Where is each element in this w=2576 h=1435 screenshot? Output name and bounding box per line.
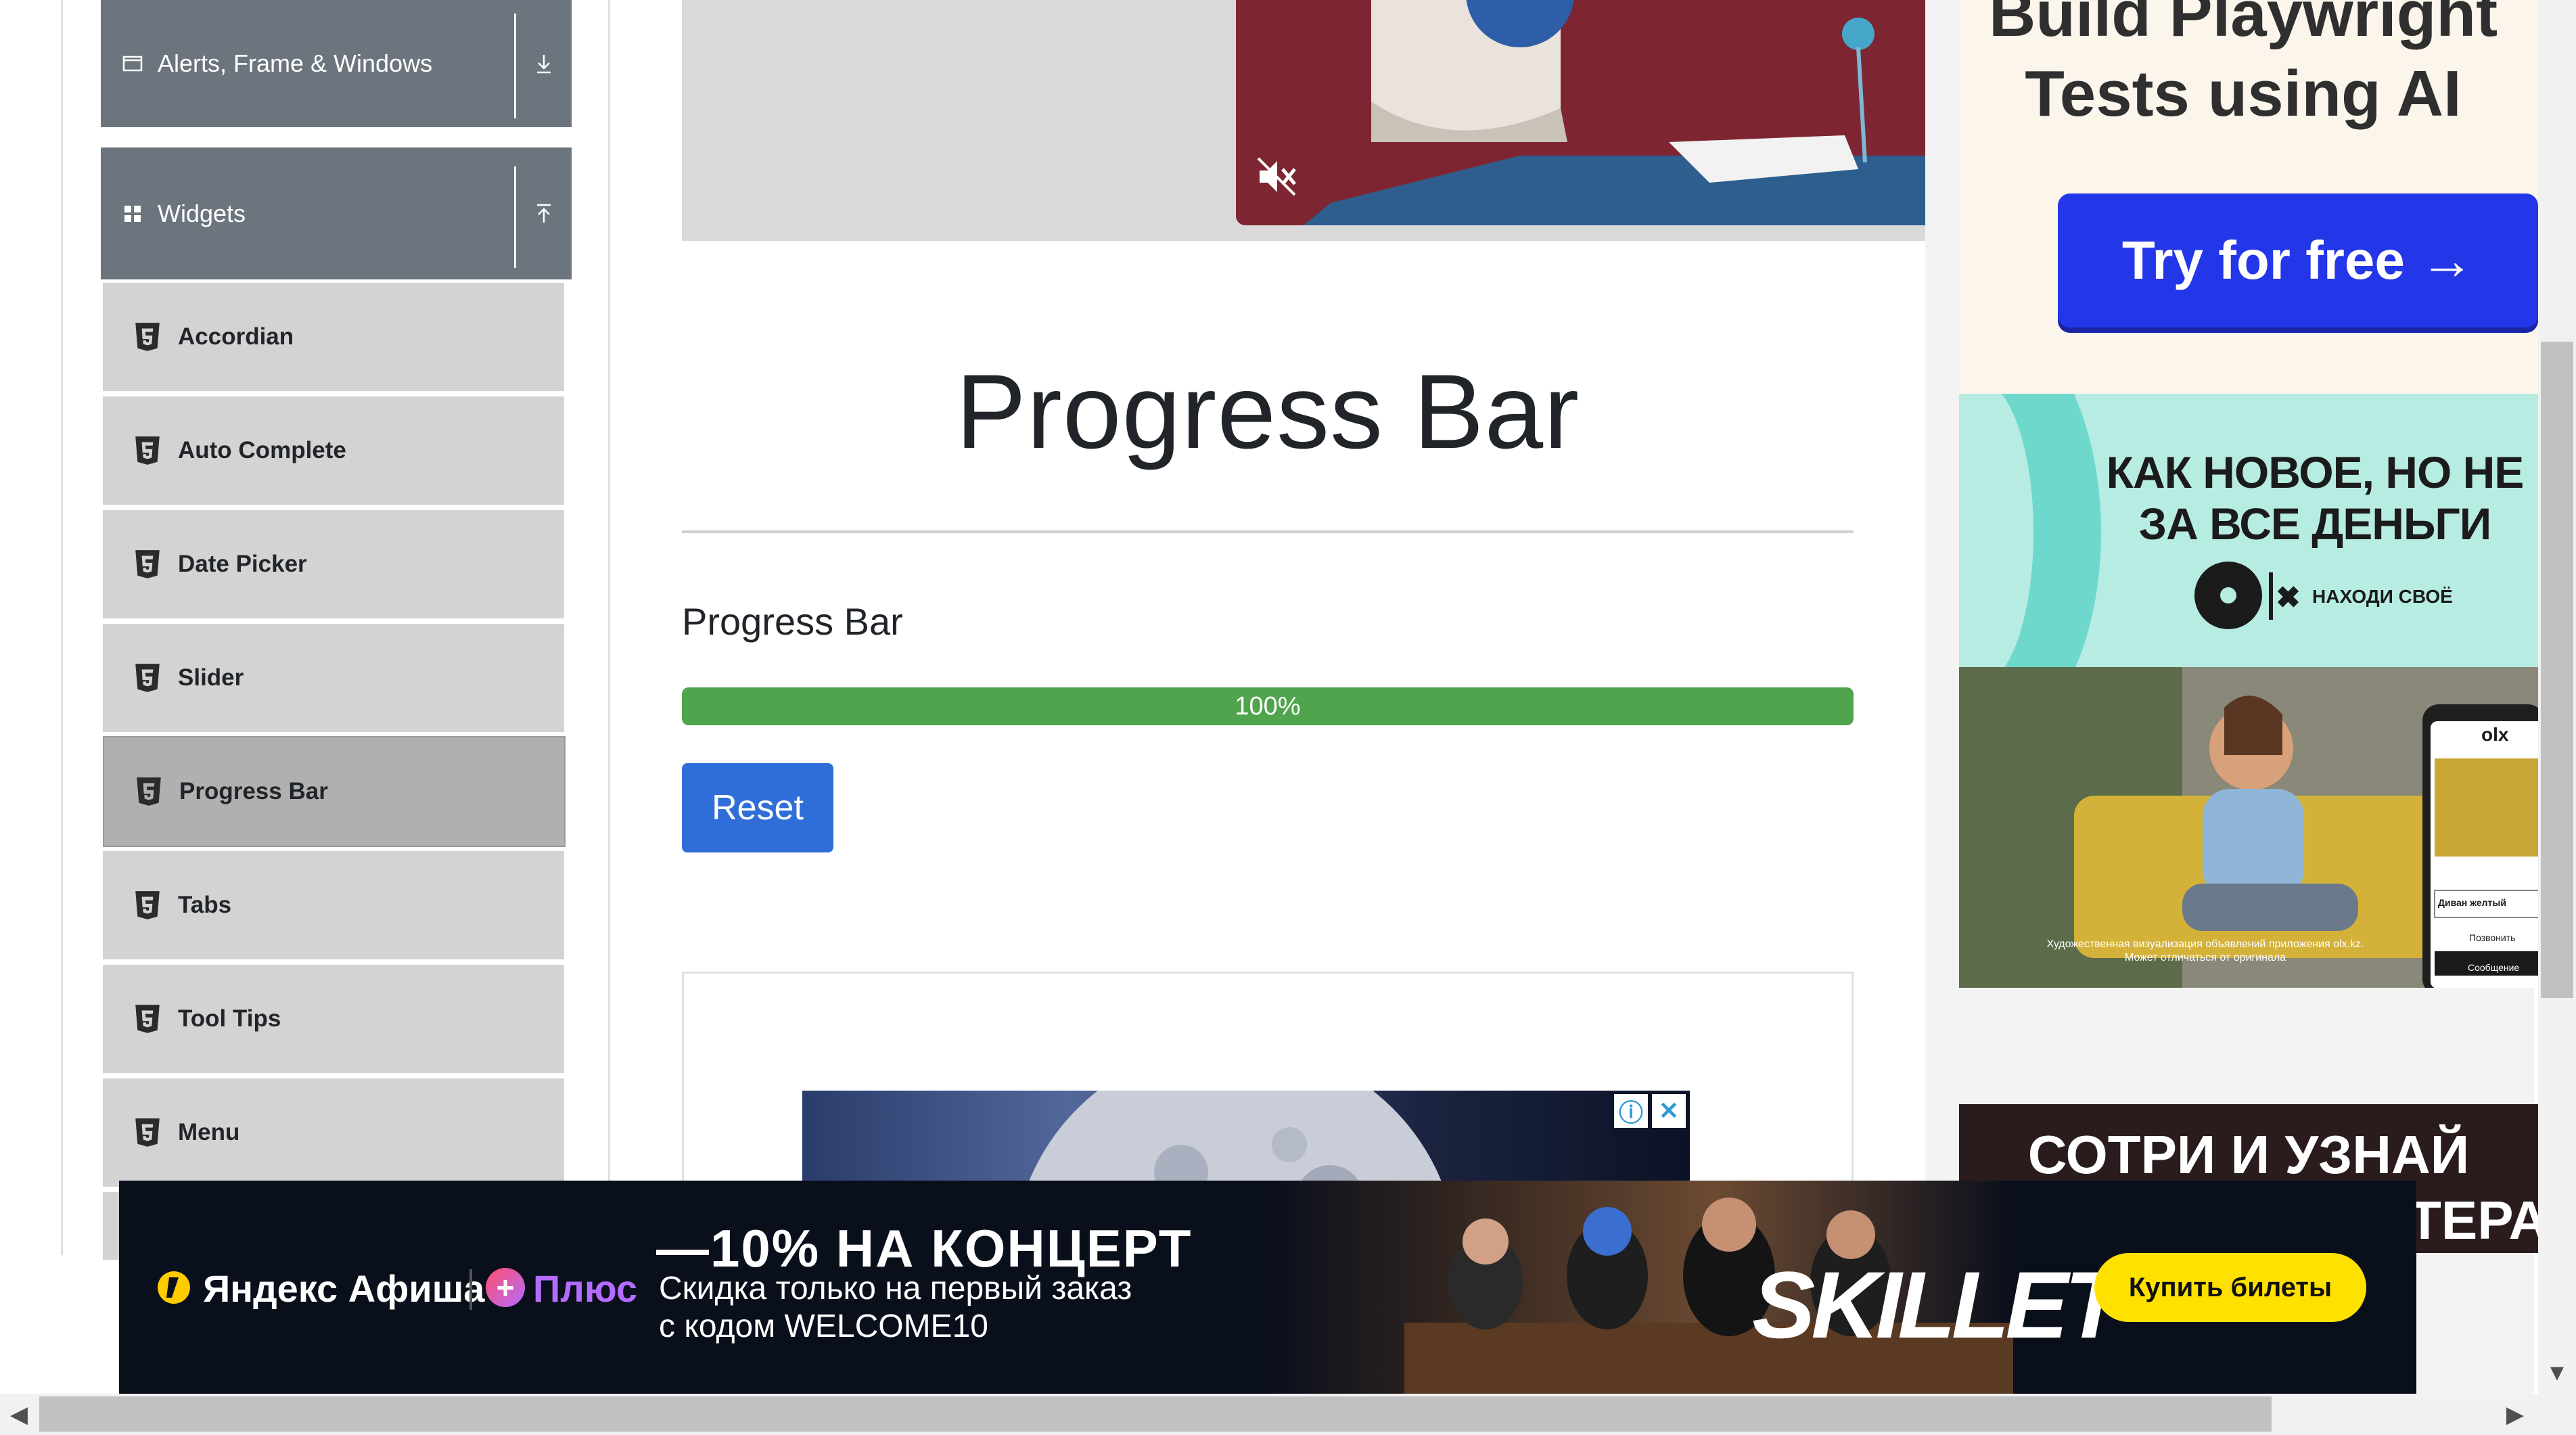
- scroll-down-arrow-icon[interactable]: ▼: [2538, 1356, 2576, 1390]
- playwright-ad-headline: Build Playwright Tests using AI: [1988, 0, 2498, 130]
- banner-subtext-1: Скидка только на первый заказ: [659, 1271, 1132, 1306]
- sidebar-item-tool-tips[interactable]: Tool Tips: [103, 965, 564, 1073]
- reset-button[interactable]: Reset: [682, 763, 833, 852]
- sidebar-item-label: Accordian: [178, 323, 294, 350]
- html5-icon: [135, 891, 160, 919]
- sidebar-group-label: Alerts, Frame & Windows: [158, 49, 433, 77]
- sidebar-item-tabs[interactable]: Tabs: [103, 851, 564, 959]
- olx-disclaimer: Художественная визуализация объявлений п…: [2046, 938, 2364, 963]
- expand-icon[interactable]: [527, 43, 561, 84]
- olx-phone-item: Диван желтый: [2438, 897, 2506, 908]
- afisha-brand: Яндекс Афиша: [203, 1267, 485, 1310]
- sidebar-group-widgets[interactable]: Widgets: [101, 147, 572, 279]
- olx-ad-headline: КАК НОВОЕ, НО НЕ ЗА ВСЕ ДЕНЬГИ: [2106, 447, 2525, 549]
- video-scene: [1236, 0, 1925, 225]
- html5-icon: [135, 664, 160, 692]
- sidebar-item-label: Tabs: [178, 892, 232, 918]
- sidebar-item-label: Tool Tips: [178, 1005, 281, 1032]
- olx-phone-logo: olx: [2481, 724, 2509, 745]
- try-for-free-button[interactable]: Try for free →: [2058, 193, 2538, 327]
- banner-subtext-2: с кодом WELCOME10: [659, 1308, 988, 1344]
- sidebar-item-auto-complete[interactable]: Auto Complete: [103, 396, 564, 505]
- sidebar-item-menu[interactable]: Menu: [103, 1078, 564, 1187]
- window-icon: [121, 52, 144, 75]
- collapse-icon[interactable]: [527, 193, 561, 234]
- html5-icon: [135, 436, 160, 465]
- plus-logo-icon: +: [486, 1268, 525, 1307]
- ad-info-icon[interactable]: ⓘ: [1614, 1094, 1648, 1128]
- progress-fill: 100%: [682, 687, 1854, 725]
- olx-tagline: НАХОДИ СВОЁ: [2312, 586, 2453, 607]
- html5-icon: [135, 323, 160, 351]
- sidebar-item-slider[interactable]: Slider: [103, 624, 564, 732]
- section-label: Progress Bar: [682, 600, 903, 643]
- buy-tickets-button[interactable]: Купить билеты: [2094, 1253, 2366, 1322]
- olx-logo-bar: [2269, 572, 2273, 620]
- grid-icon: [121, 202, 144, 225]
- progress-label: 100%: [1235, 691, 1301, 721]
- html5-icon: [135, 550, 160, 578]
- olx-logo-x: ✖: [2276, 581, 2301, 614]
- plus-brand: Плюс: [533, 1267, 638, 1310]
- title-divider: [682, 530, 1854, 533]
- afisha-logo-icon: [156, 1269, 192, 1306]
- html5-icon: [137, 777, 161, 806]
- sidebar-group-alerts[interactable]: Alerts, Frame & Windows: [101, 0, 572, 127]
- band-logo: SKILLET: [1752, 1252, 2122, 1358]
- vertical-scroll-thumb[interactable]: [2541, 342, 2573, 998]
- group-divider: [514, 166, 516, 268]
- sidebar-item-progress-bar[interactable]: Progress Bar: [103, 736, 566, 847]
- html5-icon: [135, 1005, 160, 1033]
- sidebar-item-label: Slider: [178, 664, 244, 691]
- sidebar-item-date-picker[interactable]: Date Picker: [103, 510, 564, 618]
- sidebar-item-label: Auto Complete: [178, 437, 346, 463]
- page-title: Progress Bar: [955, 353, 1580, 471]
- secret-ad-partial: ТЕРА: [2408, 1190, 2548, 1250]
- muted-speaker-icon[interactable]: [1253, 153, 1300, 200]
- sidebar-item-accordian[interactable]: Accordian: [103, 283, 564, 391]
- sidebar-left-border: [61, 0, 63, 1255]
- ad-close-icon[interactable]: ✕: [1652, 1094, 1686, 1128]
- olx-phone-message: Сообщение: [2468, 962, 2520, 973]
- sidebar-group-label: Widgets: [158, 199, 246, 227]
- scroll-left-arrow-icon[interactable]: ◀: [0, 1395, 38, 1434]
- sidebar-right-border: [608, 0, 610, 1187]
- brand-divider: [469, 1269, 472, 1310]
- html5-icon: [135, 1118, 160, 1147]
- horizontal-scroll-thumb[interactable]: [39, 1396, 2272, 1432]
- progress-bar: 100%: [682, 687, 1854, 725]
- olx-phone-call: Позвонить: [2469, 932, 2516, 943]
- video-player[interactable]: [1236, 0, 1925, 225]
- scroll-right-arrow-icon[interactable]: ▶: [2496, 1395, 2534, 1434]
- group-divider: [514, 14, 516, 118]
- sidebar-item-label: Date Picker: [178, 551, 307, 577]
- ad-decoration: [1959, 394, 2101, 667]
- sidebar-item-label: Menu: [178, 1119, 240, 1145]
- olx-logo-circle: [2194, 562, 2262, 629]
- sidebar-item-label: Progress Bar: [179, 778, 328, 804]
